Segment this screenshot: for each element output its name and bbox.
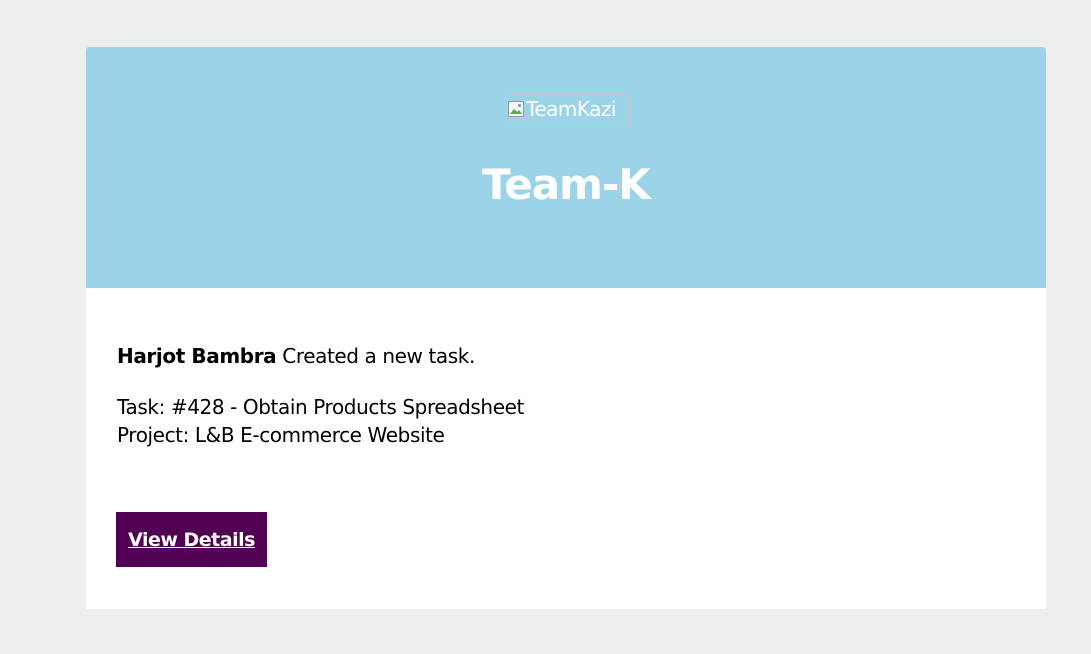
project-line: Project: L&B E-commerce Website xyxy=(117,423,445,447)
activity-line: Harjot Bambra Created a new task. xyxy=(117,342,1016,370)
broken-image-icon xyxy=(508,101,524,117)
action-text: Created a new task. xyxy=(282,344,475,368)
task-details: Task: #428 - Obtain Products Spreadsheet… xyxy=(117,393,1016,449)
task-line: Task: #428 - Obtain Products Spreadsheet xyxy=(117,395,524,419)
actor-name: Harjot Bambra xyxy=(117,344,277,368)
logo-alt-text: TeamKazi xyxy=(526,97,616,121)
email-body: Harjot Bambra Created a new task. Task: … xyxy=(86,288,1046,449)
email-header: TeamKazi Team-K xyxy=(86,47,1046,288)
email-card: TeamKazi Team-K Harjot Bambra Created a … xyxy=(86,47,1046,609)
logo-image: TeamKazi xyxy=(505,94,629,124)
brand-title: Team-K xyxy=(482,160,651,209)
view-details-button[interactable]: View Details xyxy=(116,512,267,567)
